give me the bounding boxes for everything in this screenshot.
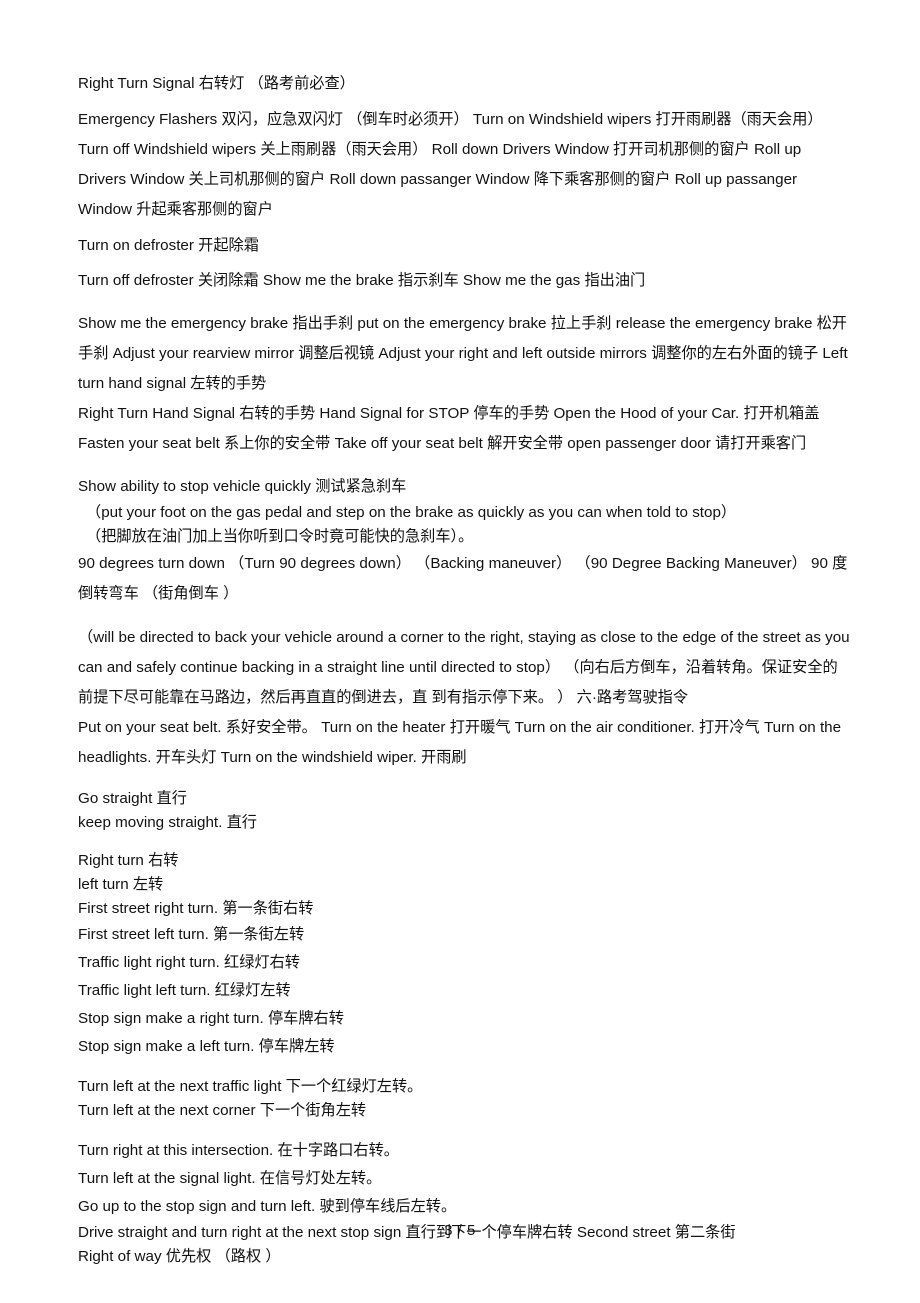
paragraph-intersection-right-turn: Turn right at this intersection. 在十字路口右转… (78, 1142, 399, 1159)
paragraph-go-straight: Go straight 直行 (78, 790, 187, 807)
document-page: Right Turn Signal 右转灯 （路考前必查） Emergency … (0, 0, 920, 1303)
paragraph-vehicle-controls: Emergency Flashers 双闪，应急双闪灯 （倒车时必须开） Tur… (78, 111, 823, 218)
paragraph-next-corner-left: Turn left at the next corner 下一个街角左转 (78, 1102, 367, 1119)
paragraph-stop-sign-then-left: Go up to the stop sign and turn left. 驶到… (78, 1198, 457, 1215)
paragraph-signal-light-left-turn: Turn left at the signal light. 在信号灯处左转。 (78, 1170, 382, 1187)
page-number: 3 / 5 (444, 1222, 476, 1239)
paragraph-left-turn: left turn 左转 (78, 876, 164, 893)
paragraph-quick-stop-instruction-en: （put your foot on the gas pedal and step… (86, 504, 737, 521)
paragraph-right-of-way: Right of way 优先权 （路权 ） (78, 1248, 281, 1265)
paragraph-emergency-brake-mirrors: Show me the emergency brake 指出手刹 put on … (78, 315, 848, 392)
paragraph-traffic-light-left-turn: Traffic light left turn. 红绿灯左转 (78, 982, 291, 999)
paragraph-first-street-right-turn: First street right turn. 第一条街右转 (78, 900, 314, 917)
paragraph-stop-sign-right-turn: Stop sign make a right turn. 停车牌右转 (78, 1010, 344, 1027)
paragraph-backing-maneuver-detail: （will be directed to back your vehicle a… (78, 629, 850, 706)
paragraph-hand-signals-seatbelt: Right Turn Hand Signal 右转的手势 Hand Signal… (78, 405, 820, 452)
paragraph-stop-vehicle-quickly: Show ability to stop vehicle quickly 测试紧… (78, 478, 407, 495)
paragraph-stop-sign-left-turn: Stop sign make a left turn. 停车牌左转 (78, 1038, 335, 1055)
paragraph-road-test-commands: Put on your seat belt. 系好安全带。 Turn on th… (78, 719, 842, 766)
paragraph-first-street-left-turn: First street left turn. 第一条街左转 (78, 926, 305, 943)
paragraph-right-turn-signal: Right Turn Signal 右转灯 （路考前必查） (78, 75, 355, 92)
paragraph-keep-moving-straight: keep moving straight. 直行 (78, 814, 257, 831)
paragraph-right-turn: Right turn 右转 (78, 852, 179, 869)
paragraph-traffic-light-right-turn: Traffic light right turn. 红绿灯右转 (78, 954, 300, 971)
document-body: Right Turn Signal 右转灯 （路考前必查） Emergency … (78, 70, 850, 1269)
paragraph-next-traffic-light-left: Turn left at the next traffic light 下一个红… (78, 1078, 423, 1095)
paragraph-quick-stop-instruction-cn: （把脚放在油门加上当你听到口令时竟可能快的急刹车）。 (86, 528, 474, 545)
paragraph-90-degree-backing: 90 degrees turn down （Turn 90 degrees do… (78, 555, 848, 602)
paragraph-turn-on-defroster: Turn on defroster 开起除霜 (78, 237, 259, 254)
paragraph-turn-off-defroster: Turn off defroster 关闭除霜 Show me the brak… (78, 272, 646, 289)
